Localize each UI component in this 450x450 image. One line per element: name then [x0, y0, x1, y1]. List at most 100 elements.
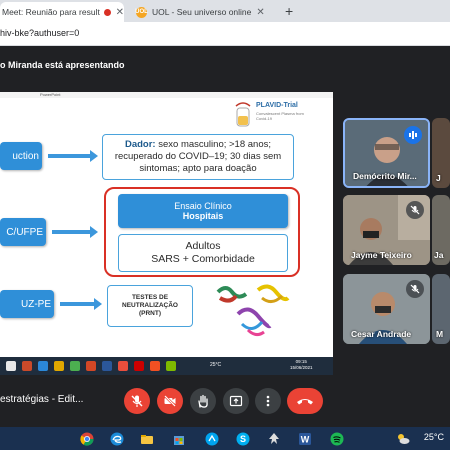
svg-text:S: S	[240, 434, 246, 444]
inner-date: 15/06/2021	[290, 365, 313, 370]
mic-toggle-button[interactable]	[124, 388, 150, 414]
chrome-icon	[118, 361, 128, 371]
present-icon	[229, 395, 243, 407]
edge-icon[interactable]	[110, 432, 124, 446]
word-icon[interactable]: W	[298, 432, 312, 446]
end-call-button[interactable]	[287, 388, 323, 414]
participant-edge-name-3: M	[436, 329, 444, 339]
ensaio-subtitle: Hospitais	[182, 211, 224, 221]
weather-icon	[398, 434, 410, 444]
powerpoint-icon	[86, 361, 96, 371]
left-box-2-label: C/UFPE	[6, 226, 43, 238]
dador-label: Dador:	[124, 139, 156, 150]
testes-line2: NEUTRALIZAÇÃO	[122, 302, 178, 309]
app-icon	[22, 361, 32, 371]
inner-clock: 09:15 15/06/2021	[290, 359, 313, 371]
adultos-box: Adultos SARS + Comorbidade	[118, 234, 288, 272]
logo-subtitle: Convalescent Plasma from Covid-19	[256, 111, 304, 121]
weather-temp: 25°C	[423, 432, 444, 442]
participant-tile-3[interactable]: Cesar Andrade	[343, 274, 430, 344]
arrow-3-head	[94, 298, 102, 310]
svg-text:W: W	[301, 435, 310, 445]
raise-hand-button[interactable]	[190, 388, 216, 414]
inner-time: 09:15	[295, 359, 307, 364]
participant-edge-name-1: J	[436, 173, 441, 183]
browser-tab-bar: Meet: Reunião para resultad ✕ UOL UOL - …	[0, 0, 450, 22]
uol-favicon-icon: UOL	[135, 6, 148, 18]
shared-screen: PowerPoint PLAVID-Trial Convalescent Pla…	[0, 92, 333, 375]
tab-meet[interactable]: Meet: Reunião para resultad ✕	[0, 2, 124, 22]
close-tab-icon[interactable]: ✕	[116, 7, 124, 18]
left-box-1-label: uction	[12, 150, 39, 162]
left-box-2: C/UFPE	[0, 218, 46, 246]
logo-title: PLAVID-Trial	[256, 102, 298, 109]
mic-off-icon	[406, 201, 424, 219]
present-screen-button[interactable]	[223, 388, 249, 414]
plavid-logo: PLAVID-Trial Convalescent Plasma from Co…	[232, 102, 328, 132]
app-icon	[134, 361, 144, 371]
testes-line3: (PRNT)	[138, 310, 162, 317]
participant-name-3: Cesar Andrade	[351, 329, 412, 339]
app-icon[interactable]	[205, 432, 219, 446]
participant-tile-1[interactable]: Demócrito Mir...	[343, 118, 430, 188]
start-icon	[6, 361, 16, 371]
recording-icon	[103, 8, 111, 16]
speaking-indicator-icon	[404, 126, 422, 144]
mic-off-icon	[406, 280, 424, 298]
url-text: hiv-bke?authuser=0	[0, 28, 80, 38]
participant-name-2: Jayme Teixeiro	[351, 250, 412, 260]
blood-bag-icon	[235, 102, 251, 127]
testes-box: TESTES DE NEUTRALIZAÇÃO (PRNT)	[107, 285, 193, 327]
folder-icon	[54, 361, 64, 371]
participant-tile-edge-2[interactable]: Ja	[432, 195, 450, 265]
inkscape-icon[interactable]	[267, 432, 281, 446]
hang-up-icon	[297, 399, 313, 405]
dador-text-block: Dador: sexo masculino; >18 anos; recuper…	[106, 139, 290, 175]
participant-name-1: Demócrito Mir...	[353, 171, 417, 181]
left-box-3: UZ-PE	[0, 290, 54, 318]
arrow-3	[60, 302, 94, 306]
chrome-icon[interactable]	[80, 432, 94, 446]
participant-tile-2[interactable]: Jayme Teixeiro	[343, 195, 430, 265]
arrow-2-head	[90, 226, 98, 238]
powerpoint-titlebar: PowerPoint	[0, 92, 333, 98]
browser-icon	[38, 361, 48, 371]
camera-off-icon	[164, 395, 176, 407]
inner-temp: 25°C	[210, 362, 222, 368]
dador-box: Dador: sexo masculino; >18 anos; recuper…	[102, 134, 294, 180]
participant-edge-name-2: Ja	[434, 250, 444, 260]
left-box-3-label: UZ-PE	[21, 298, 51, 310]
store-icon[interactable]	[172, 432, 186, 446]
meeting-title: estratégias - Edit...	[0, 394, 84, 405]
tab-uol-title: UOL - Seu universo online	[152, 7, 252, 17]
word-icon	[102, 361, 112, 371]
windows-taskbar: S W 25°C	[0, 427, 450, 450]
arrow-1	[48, 154, 90, 158]
spotify-icon[interactable]	[330, 432, 344, 446]
protein-structure-image	[216, 284, 290, 337]
participant-tile-edge-1[interactable]: J	[432, 118, 450, 188]
address-bar[interactable]: hiv-bke?authuser=0	[0, 22, 450, 46]
arrow-1-head	[90, 150, 98, 162]
new-tab-button[interactable]: +	[285, 3, 293, 19]
participant-tile-edge-3[interactable]: M	[432, 274, 450, 344]
tab-meet-title: Meet: Reunião para resultad	[2, 7, 100, 17]
arrow-2	[52, 230, 90, 234]
more-options-button[interactable]	[255, 388, 281, 414]
ensaio-box: Ensaio Clínico Hospitais	[118, 194, 288, 228]
left-box-1: uction	[0, 142, 42, 170]
ensaio-title: Ensaio Clínico	[174, 201, 232, 211]
close-tab-icon[interactable]: ✕	[256, 7, 264, 18]
hand-icon	[198, 394, 208, 408]
excel-icon	[166, 361, 176, 371]
shared-screen-taskbar: 25°C 09:15 15/06/2021	[0, 357, 333, 375]
tab-uol[interactable]: UOL UOL - Seu universo online ✕	[128, 2, 278, 22]
file-explorer-icon[interactable]	[140, 432, 154, 446]
presenting-banner: o Miranda está apresentando	[0, 60, 125, 70]
office-icon	[150, 361, 160, 371]
adultos-line2: SARS + Comorbidade	[151, 253, 255, 265]
more-vert-icon	[266, 395, 270, 407]
camera-toggle-button[interactable]	[157, 388, 183, 414]
skype-icon[interactable]: S	[236, 432, 250, 446]
testes-line1: TESTES DE	[131, 294, 169, 301]
